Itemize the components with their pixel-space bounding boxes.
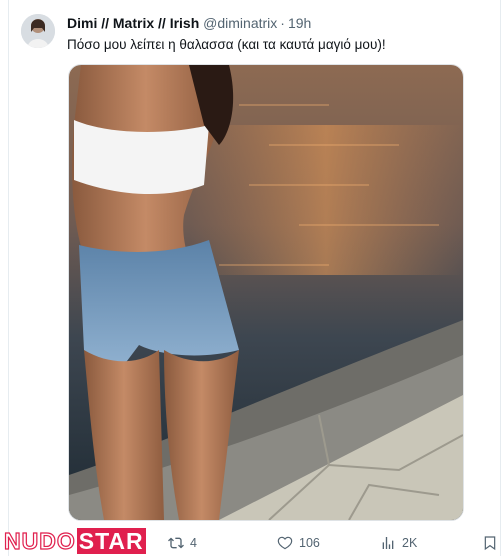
heart-icon <box>277 536 293 550</box>
retweet-button[interactable]: 4 <box>168 531 197 555</box>
retweet-count: 4 <box>190 536 197 550</box>
user-handle[interactable]: @diminatrix <box>203 15 277 31</box>
tweet-text: Πόσο μου λείπει η θαλασσα (και τα καυτά … <box>67 37 386 52</box>
separator-dot: · <box>280 15 285 31</box>
tweet-image[interactable] <box>68 64 464 521</box>
like-count: 106 <box>299 536 320 550</box>
views-button[interactable]: 2K <box>380 531 417 555</box>
views-icon <box>382 537 394 549</box>
bookmark-icon <box>484 536 496 551</box>
timeline-divider-left <box>8 0 9 556</box>
display-name[interactable]: Dimi // Matrix // Irish <box>67 15 199 31</box>
retweet-icon <box>168 537 184 549</box>
timestamp[interactable]: 19h <box>288 15 311 31</box>
tweet-actions: 4 106 2K <box>0 531 504 555</box>
photo-illustration <box>69 65 463 520</box>
avatar[interactable] <box>21 14 55 48</box>
views-count: 2K <box>402 536 418 550</box>
timeline-divider-right <box>500 0 501 556</box>
bookmark-button[interactable] <box>482 531 504 555</box>
tweet-card[interactable]: Dimi // Matrix // Irish @diminatrix · 19h … <box>0 0 504 556</box>
tweet-header: Dimi // Matrix // Irish @diminatrix · 19h <box>67 15 311 31</box>
like-button[interactable]: 106 <box>277 531 320 555</box>
